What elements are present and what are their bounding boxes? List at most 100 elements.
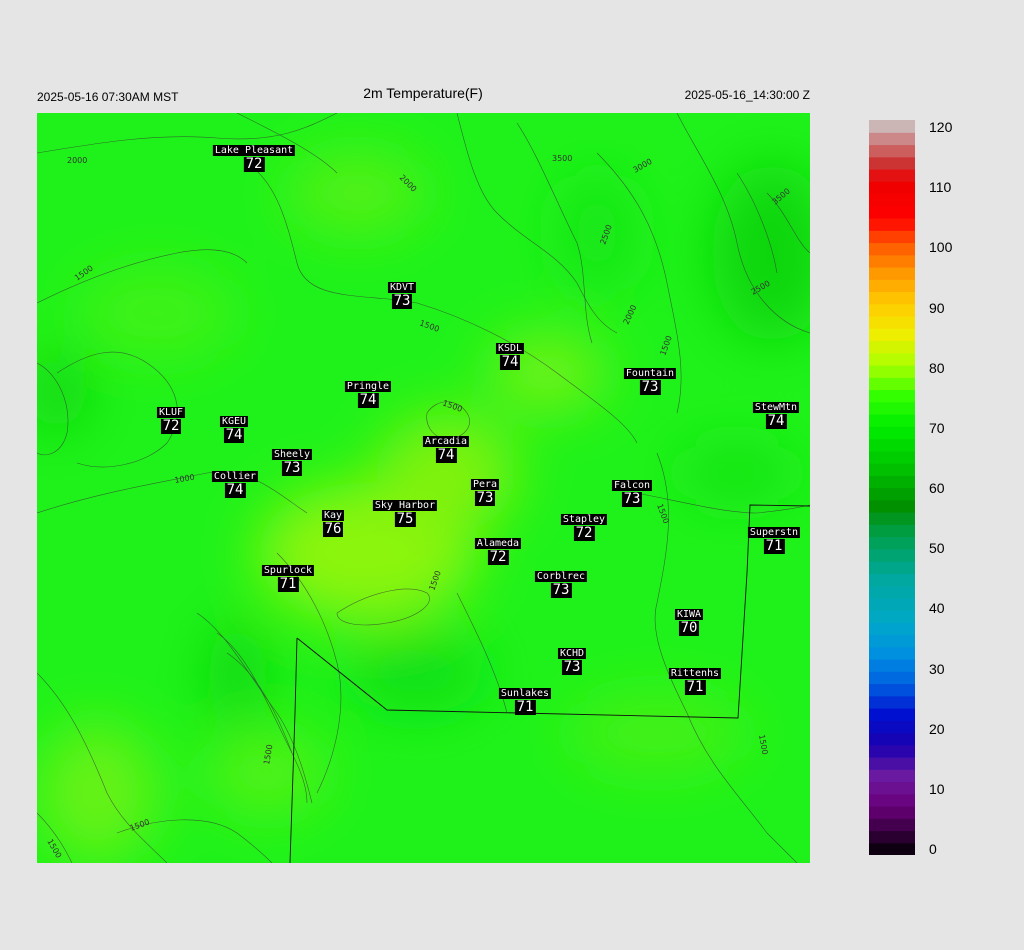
station-marker[interactable]: Spurlock 71 bbox=[261, 565, 315, 592]
station-temperature: 73 bbox=[621, 491, 643, 507]
colorbar-band bbox=[869, 708, 915, 721]
station-name: Corblrec bbox=[534, 571, 588, 582]
station-marker[interactable]: Falcon 73 bbox=[611, 480, 653, 507]
station-temperature: 71 bbox=[514, 699, 536, 715]
colorbar-band bbox=[869, 156, 915, 170]
station-name: KLUF bbox=[156, 407, 186, 418]
station-marker[interactable]: KSDL 74 bbox=[495, 343, 525, 370]
colorbar-band bbox=[869, 769, 915, 783]
temperature-field: 2000 2000 3500 3000 3500 1500 2500 2500 … bbox=[37, 113, 810, 863]
station-name: KGEU bbox=[219, 416, 249, 427]
station-name: Superstn bbox=[747, 527, 801, 538]
colorbar-band bbox=[869, 132, 915, 146]
station-marker[interactable]: KGEU 74 bbox=[219, 416, 249, 443]
colorbar-tick-label: 40 bbox=[929, 600, 945, 617]
station-temperature: 72 bbox=[160, 418, 182, 434]
station-name: KDVT bbox=[387, 282, 417, 293]
station-temperature: 73 bbox=[474, 490, 496, 506]
colorbar-band bbox=[869, 683, 915, 697]
station-marker[interactable]: Pera 73 bbox=[470, 479, 500, 506]
temperature-colorbar bbox=[869, 120, 915, 855]
station-marker[interactable]: Stapley 72 bbox=[560, 514, 608, 541]
station-marker[interactable]: KIWA 70 bbox=[674, 609, 704, 636]
colorbar-band bbox=[869, 401, 915, 415]
colorbar-band bbox=[869, 450, 915, 464]
station-marker[interactable]: KCHD 73 bbox=[557, 648, 587, 675]
station-name: Sky Harbor bbox=[372, 500, 438, 511]
station-name: Fountain bbox=[623, 368, 677, 379]
colorbar-band bbox=[869, 585, 915, 599]
colorbar-band bbox=[869, 414, 915, 427]
station-marker[interactable]: StewMtn 74 bbox=[752, 402, 800, 429]
colorbar-band bbox=[869, 622, 915, 636]
colorbar-band bbox=[869, 597, 915, 611]
station-temperature: 74 bbox=[499, 354, 521, 370]
colorbar-band bbox=[869, 426, 915, 440]
station-marker[interactable]: Collier 74 bbox=[211, 471, 259, 498]
colorbar-tick-label: 0 bbox=[929, 841, 937, 857]
colorbar-band bbox=[869, 818, 915, 832]
temperature-map[interactable]: 2000 2000 3500 3000 3500 1500 2500 2500 … bbox=[37, 113, 810, 863]
station-temperature: 75 bbox=[394, 511, 416, 527]
station-temperature: 73 bbox=[639, 379, 661, 395]
station-name: Sheely bbox=[271, 449, 313, 460]
colorbar-band bbox=[869, 830, 915, 844]
colorbar-band bbox=[869, 316, 915, 329]
station-temperature: 76 bbox=[322, 521, 344, 537]
station-name: StewMtn bbox=[752, 402, 800, 413]
station-temperature: 71 bbox=[763, 538, 785, 554]
colorbar-band bbox=[869, 254, 915, 268]
station-marker[interactable]: Lake Pleasant 72 bbox=[212, 145, 296, 172]
colorbar-band bbox=[869, 365, 915, 378]
station-name: KCHD bbox=[557, 648, 587, 659]
station-name: Pringle bbox=[344, 381, 392, 392]
station-marker[interactable]: Sheely 73 bbox=[271, 449, 313, 476]
colorbar-band bbox=[869, 781, 915, 795]
colorbar-band bbox=[869, 242, 915, 256]
colorbar-band bbox=[869, 291, 915, 305]
station-temperature: 74 bbox=[435, 447, 457, 463]
colorbar-band bbox=[869, 561, 915, 574]
station-marker[interactable]: Fountain 73 bbox=[623, 368, 677, 395]
colorbar-tick-label: 20 bbox=[929, 720, 945, 737]
station-name: Sunlakes bbox=[498, 688, 552, 699]
colorbar-band bbox=[869, 328, 915, 342]
station-temperature: 74 bbox=[223, 427, 245, 443]
station-marker[interactable]: Sunlakes 71 bbox=[498, 688, 552, 715]
station-marker[interactable]: Alameda 72 bbox=[474, 538, 522, 565]
colorbar-band bbox=[869, 120, 915, 133]
colorbar-tick-label: 60 bbox=[929, 480, 945, 496]
colorbar-band bbox=[869, 230, 915, 244]
colorbar-tick-label: 80 bbox=[929, 359, 945, 376]
colorbar-tick-label: 90 bbox=[929, 299, 945, 316]
station-temperature: 72 bbox=[487, 549, 509, 565]
station-marker[interactable]: KDVT 73 bbox=[387, 282, 417, 309]
station-marker[interactable]: Corblrec 73 bbox=[534, 571, 588, 598]
colorbar-tick-label: 70 bbox=[929, 419, 945, 436]
station-name: Stapley bbox=[560, 514, 608, 525]
colorbar-tick-label: 50 bbox=[929, 540, 945, 557]
colorbar-band bbox=[869, 720, 915, 734]
colorbar-band bbox=[869, 732, 915, 746]
colorbar-band bbox=[869, 610, 915, 623]
colorbar-band bbox=[869, 475, 915, 489]
station-marker[interactable]: Arcadia 74 bbox=[422, 436, 470, 463]
station-marker[interactable]: Superstn 71 bbox=[747, 527, 801, 554]
colorbar-tick-label: 100 bbox=[929, 239, 953, 256]
colorbar-band bbox=[869, 463, 915, 476]
station-marker[interactable]: KLUF 72 bbox=[156, 407, 186, 434]
valid-time-utc: 2025-05-16_14:30:00 Z bbox=[684, 88, 810, 102]
station-name: Alameda bbox=[474, 538, 522, 549]
station-temperature: 71 bbox=[277, 576, 299, 592]
station-name: Kay bbox=[321, 510, 345, 521]
colorbar-band bbox=[869, 695, 915, 709]
station-marker[interactable]: Rittenhs 71 bbox=[668, 668, 722, 695]
station-temperature: 74 bbox=[357, 392, 379, 408]
colorbar-band bbox=[869, 671, 915, 685]
colorbar-band bbox=[869, 842, 915, 855]
station-marker[interactable]: Kay 76 bbox=[321, 510, 345, 537]
colorbar-band bbox=[869, 205, 915, 219]
station-marker[interactable]: Sky Harbor 75 bbox=[372, 500, 438, 527]
station-marker[interactable]: Pringle 74 bbox=[344, 381, 392, 408]
colorbar-band bbox=[869, 548, 915, 562]
